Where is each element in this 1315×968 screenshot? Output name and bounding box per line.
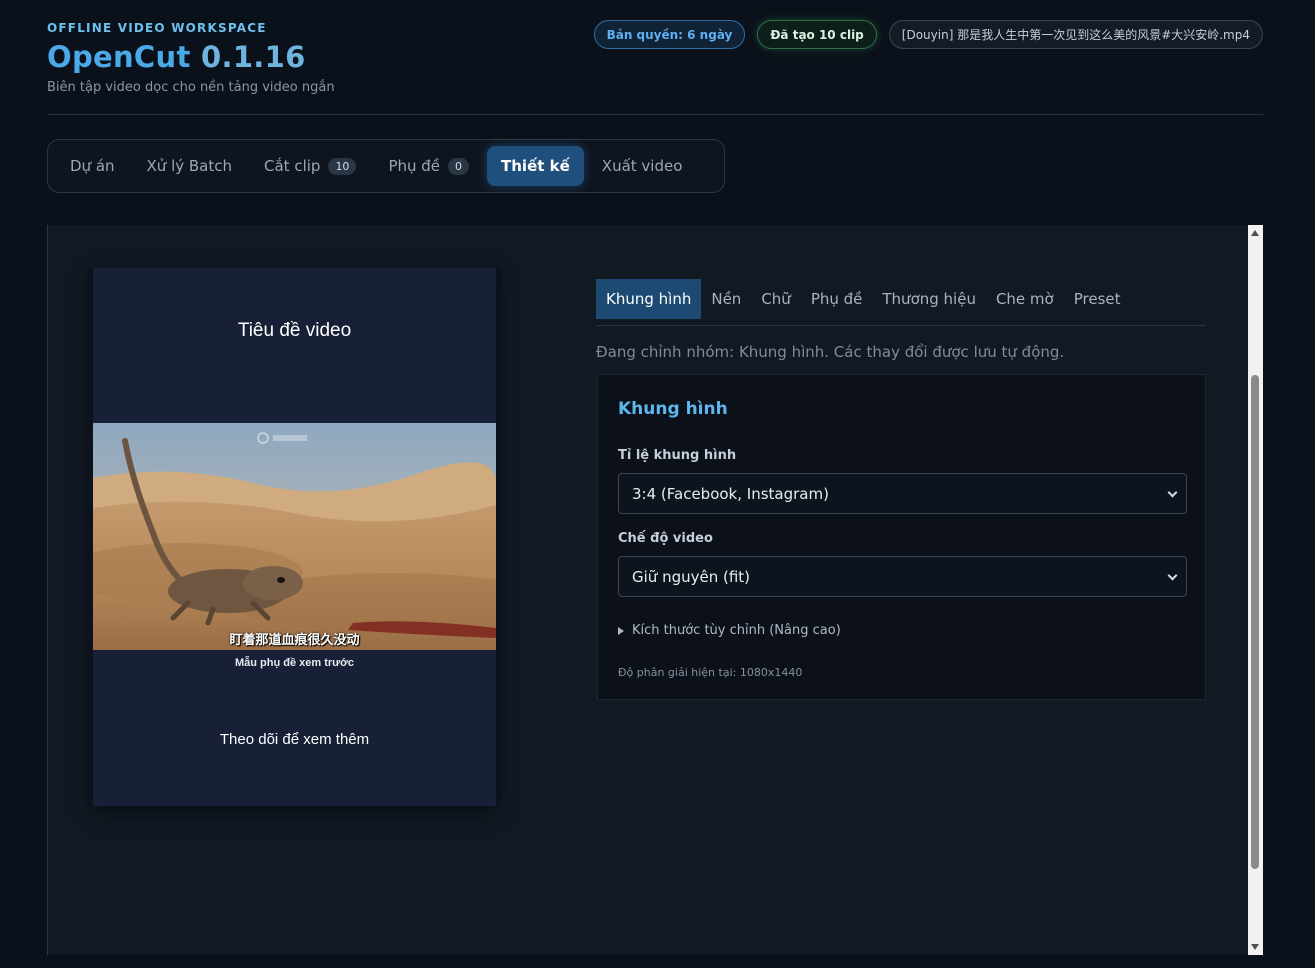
subtab-blur[interactable]: Che mờ <box>986 279 1064 319</box>
workspace-scrollbar[interactable] <box>1248 225 1263 955</box>
aspect-ratio-value: 3:4 (Facebook, Instagram) <box>632 484 829 503</box>
clip-count-badge: Đã tạo 10 clip <box>757 20 877 49</box>
app-version: 0.1.16 <box>201 40 306 74</box>
chevron-down-icon <box>1167 487 1178 498</box>
eyebrow-label: OFFLINE VIDEO WORKSPACE <box>47 21 267 35</box>
tab-label: Thiết kế <box>501 157 570 175</box>
advanced-size-label: Kích thước tùy chỉnh (Nâng cao) <box>632 623 841 638</box>
tab-export[interactable]: Xuất video <box>588 146 697 186</box>
tab-label: Cắt clip <box>264 157 321 175</box>
tab-label: Phụ đề <box>388 157 441 175</box>
subtab-text[interactable]: Chữ <box>751 279 801 319</box>
video-mode-label: Chế độ video <box>618 531 713 546</box>
subtab-frame[interactable]: Khung hình <box>596 279 702 319</box>
video-mode-value: Giữ nguyên (fit) <box>632 567 751 586</box>
tab-cut-clip[interactable]: Cắt clip 10 <box>250 146 370 186</box>
subtab-background[interactable]: Nền <box>701 279 751 319</box>
chevron-down-icon <box>1167 570 1178 581</box>
tab-batch[interactable]: Xử lý Batch <box>133 146 246 186</box>
current-resolution: Độ phân giải hiện tại: 1080x1440 <box>618 666 803 679</box>
aspect-ratio-label: Tỉ lệ khung hình <box>618 448 737 463</box>
current-file-badge[interactable]: [Douyin] 那是我人生中第一次见到这么美的风景#大兴安岭.mp4 <box>888 20 1263 49</box>
header-badges: Bản quyền: 6 ngày Đã tạo 10 clip [Douyin… <box>593 20 1263 49</box>
app-name: OpenCut <box>47 40 191 74</box>
video-mode-select[interactable]: Giữ nguyên (fit) <box>618 556 1187 597</box>
subtab-branding[interactable]: Thương hiệu <box>872 279 986 319</box>
license-badge: Bản quyền: 6 ngày <box>593 20 746 49</box>
design-sub-tabs: Khung hình Nền Chữ Phụ đề Thương hiệu Ch… <box>596 279 1206 326</box>
tab-label: Dự án <box>70 157 115 175</box>
tab-label: Xuất video <box>601 157 683 175</box>
scroll-up-arrow-icon[interactable] <box>1251 230 1259 236</box>
preview-title[interactable]: Tiêu đề video <box>93 320 496 342</box>
preview-video-frame: 盯着那道血痕很久没动 <box>93 423 496 650</box>
sample-subtitle: Mẫu phụ đề xem trước <box>234 657 355 669</box>
tab-design[interactable]: Thiết kế <box>487 146 584 186</box>
desert-lizard-image <box>93 423 496 650</box>
app-header: OFFLINE VIDEO WORKSPACE OpenCut 0.1.16 B… <box>47 18 1263 115</box>
tab-project[interactable]: Dự án <box>56 146 129 186</box>
clip-count: 10 <box>328 157 357 175</box>
tab-subtitles[interactable]: Phụ đề 0 <box>374 146 483 186</box>
main-tabs: Dự án Xử lý Batch Cắt clip 10 Phụ đề 0 Thi… <box>47 139 725 193</box>
disclosure-triangle-icon <box>618 626 624 635</box>
app-title: OpenCut 0.1.16 <box>47 40 306 74</box>
panel-title: Khung hình <box>618 399 728 419</box>
scroll-down-arrow-icon[interactable] <box>1251 944 1259 950</box>
frame-settings-panel: Khung hình Tỉ lệ khung hình 3:4 (Faceboo… <box>597 374 1206 700</box>
tab-label: Xử lý Batch <box>146 157 233 175</box>
subtab-subtitles[interactable]: Phụ đề <box>801 279 873 319</box>
video-preview: Tiêu đề video 盯着那道血痕很久没动 Mẫu phụ đề xem … <box>93 268 496 806</box>
subtab-preset[interactable]: Preset <box>1064 279 1131 319</box>
subtitle-count: 0 <box>448 157 470 175</box>
aspect-ratio-select[interactable]: 3:4 (Facebook, Instagram) <box>618 473 1187 514</box>
editing-status-note: Đang chỉnh nhóm: Khung hình. Các thay đổ… <box>596 343 1065 361</box>
preview-footer-text[interactable]: Theo dõi để xem thêm <box>93 731 496 748</box>
advanced-size-toggle[interactable]: Kích thước tùy chỉnh (Nâng cao) <box>618 623 841 638</box>
scroll-thumb[interactable] <box>1251 375 1259 869</box>
app-tagline: Biên tập video dọc cho nền tảng video ng… <box>47 80 335 95</box>
overlay-subtitle: 盯着那道血痕很久没动 <box>229 633 360 648</box>
